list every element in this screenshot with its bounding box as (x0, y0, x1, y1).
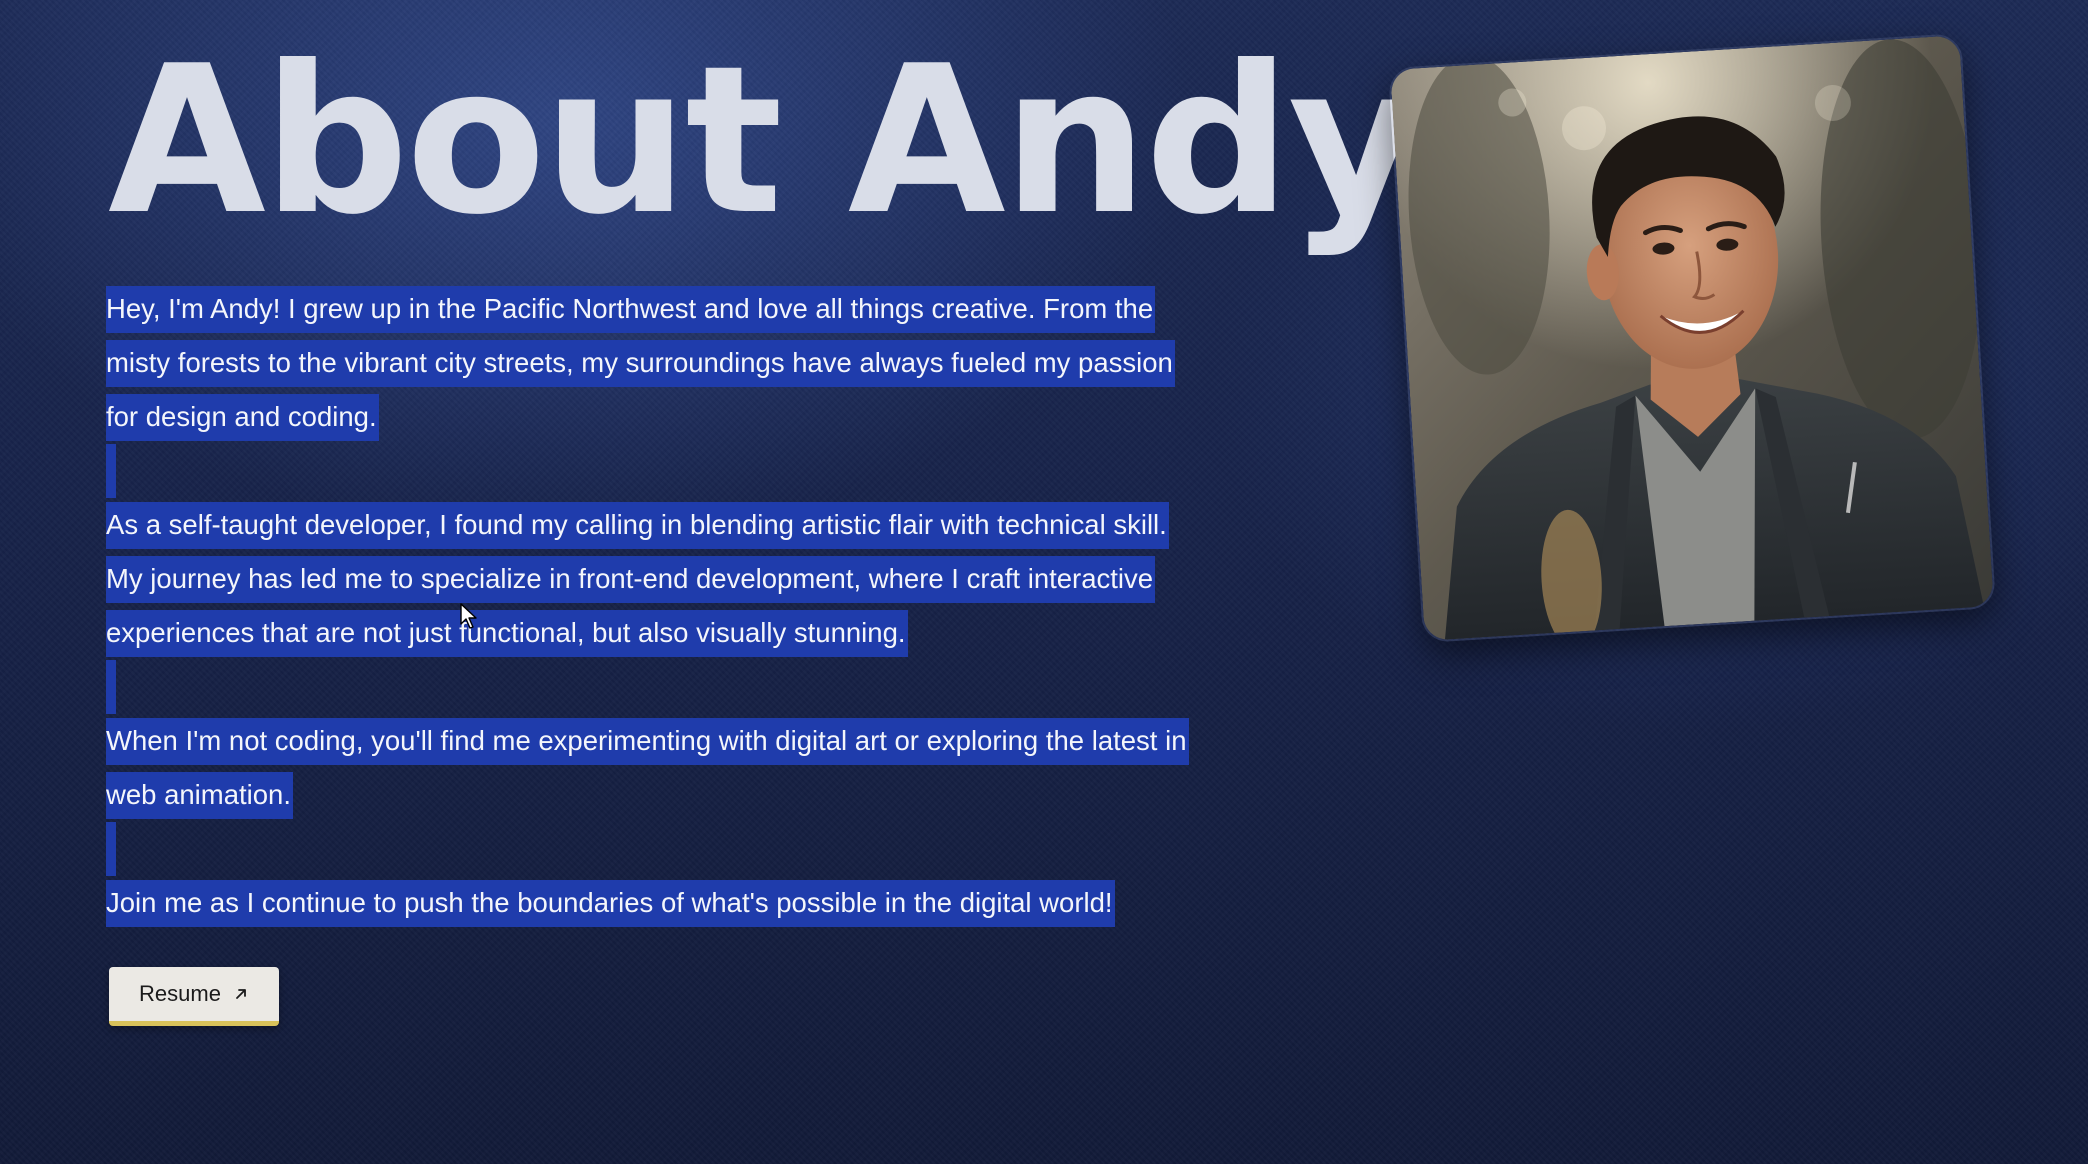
bio-paragraph: When I'm not coding, you'll find me expe… (106, 714, 1336, 822)
resume-button[interactable]: Resume (109, 967, 279, 1026)
bio-line: misty forests to the vibrant city street… (106, 340, 1175, 387)
bio-line: web animation. (106, 772, 293, 819)
bio-line: for design and coding. (106, 394, 379, 441)
bio-line: When I'm not coding, you'll find me expe… (106, 718, 1189, 765)
paragraph-spacer (106, 660, 1336, 714)
bio-line: My journey has led me to specialize in f… (106, 556, 1156, 603)
resume-button-label: Resume (139, 981, 221, 1006)
mouse-cursor-icon (460, 603, 478, 633)
bio-text[interactable]: Hey, I'm Andy! I grew up in the Pacific … (106, 282, 1336, 930)
bio-line: Join me as I continue to push the bounda… (106, 880, 1115, 927)
page-title: About Andy (108, 23, 1421, 260)
bio-line: As a self-taught developer, I found my c… (106, 502, 1169, 549)
bio-line: experiences that are not just functional… (106, 610, 908, 657)
arrow-up-right-icon (233, 986, 249, 1002)
bio-line: Hey, I'm Andy! I grew up in the Pacific … (106, 286, 1156, 333)
profile-photo (1387, 33, 1997, 643)
bio-paragraph: As a self-taught developer, I found my c… (106, 498, 1336, 660)
bio-paragraph: Join me as I continue to push the bounda… (106, 876, 1336, 930)
bio-paragraph: Hey, I'm Andy! I grew up in the Pacific … (106, 282, 1336, 444)
paragraph-spacer (106, 444, 1336, 498)
paragraph-spacer (106, 822, 1336, 876)
